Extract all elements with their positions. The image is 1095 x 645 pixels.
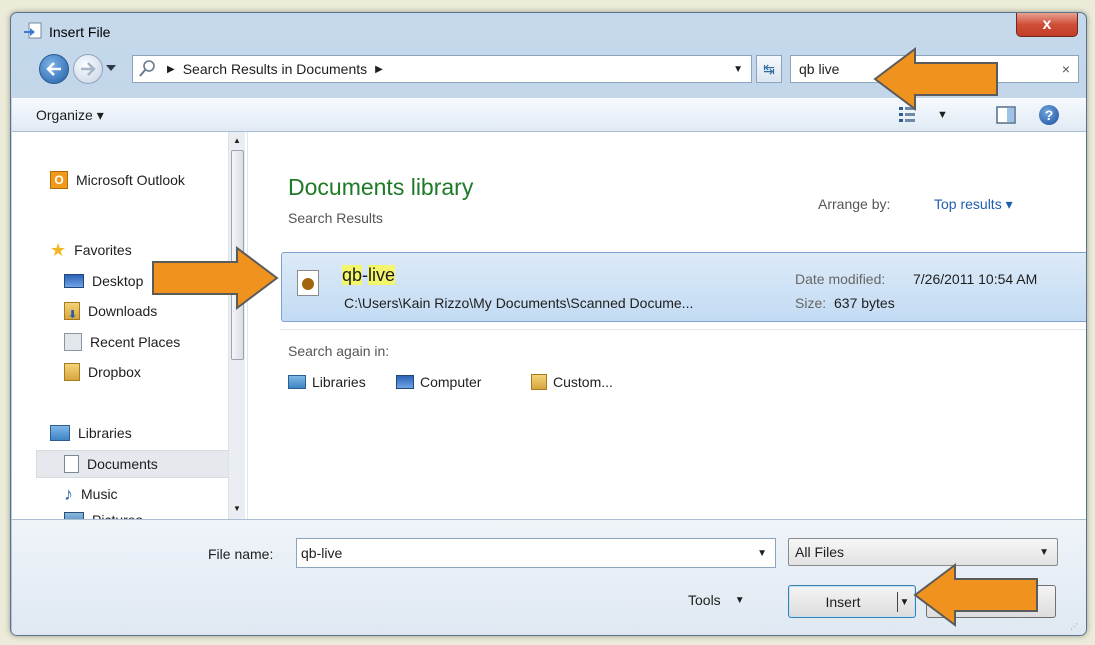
file-icon xyxy=(297,270,319,296)
outlook-icon: O xyxy=(50,171,68,189)
libraries-icon xyxy=(50,425,70,441)
dropbox-icon xyxy=(64,363,80,381)
date-modified-label: Date modified: xyxy=(795,271,886,287)
date-modified-value: 7/26/2011 10:54 AM xyxy=(913,271,1038,287)
resize-grip-icon[interactable]: ⋰ xyxy=(1070,622,1078,631)
forward-arrow-icon xyxy=(81,62,96,76)
file-type-select[interactable]: All Files ▼ xyxy=(788,538,1058,566)
nav-item-microsoft-outlook[interactable]: O Microsoft Outlook xyxy=(50,168,185,192)
window-title: Insert File xyxy=(49,24,111,40)
nav-item-label: Recent Places xyxy=(90,334,181,350)
nav-item-label: Libraries xyxy=(78,425,132,441)
address-bar[interactable]: ▶ Search Results in Documents ▶ ▼ xyxy=(132,55,752,83)
search-result-item[interactable]: qb-live C:\Users\Kain Rizzo\My Documents… xyxy=(281,252,1086,322)
breadcrumb-separator-icon: ▶ xyxy=(375,63,383,75)
arrange-by-dropdown[interactable]: Top results ▾ xyxy=(934,196,1013,213)
forward-button[interactable] xyxy=(73,54,103,84)
breadcrumb-search-results[interactable]: Search Results in Documents xyxy=(183,61,367,77)
navigation-pane: O Microsoft Outlook ★ Favorites Desktop … xyxy=(12,132,248,522)
file-name-label: File name: xyxy=(208,546,274,562)
downloads-icon: ⬇ xyxy=(64,302,80,321)
insert-file-icon xyxy=(23,22,43,43)
arrange-by-label: Arrange by: xyxy=(818,196,891,212)
annotation-arrow-search xyxy=(873,47,998,111)
search-again-label: Search again in: xyxy=(288,343,390,359)
organize-button[interactable]: Organize ▾ xyxy=(36,107,104,124)
nav-scrollbar[interactable]: ▲ ▼ xyxy=(228,132,245,519)
nav-item-label: Favorites xyxy=(74,242,132,258)
scroll-down-icon[interactable]: ▼ xyxy=(233,504,241,513)
star-icon: ★ xyxy=(50,239,67,260)
library-title: Documents library xyxy=(288,174,474,200)
search-query: qb live xyxy=(799,61,840,77)
highlight-term: live xyxy=(368,265,396,285)
library-subtitle: Search Results xyxy=(288,210,383,226)
nav-item-label: Dropbox xyxy=(88,364,141,380)
back-button[interactable] xyxy=(39,54,69,84)
history-dropdown-icon[interactable] xyxy=(106,65,116,71)
file-type-value: All Files xyxy=(795,544,845,560)
nav-item-music[interactable]: ♪ Music xyxy=(64,482,118,506)
music-icon: ♪ xyxy=(64,483,73,504)
nav-item-dropbox[interactable]: Dropbox xyxy=(64,360,141,384)
divider xyxy=(280,329,1086,330)
nav-item-label: Desktop xyxy=(92,273,144,289)
clear-search-icon[interactable]: × xyxy=(1062,61,1070,77)
computer-icon xyxy=(396,375,414,389)
size-label: Size: xyxy=(795,295,827,311)
nav-item-recent-places[interactable]: Recent Places xyxy=(64,330,180,354)
refresh-button[interactable]: ↹ xyxy=(756,55,782,83)
nav-item-label: Documents xyxy=(87,456,158,472)
tools-button[interactable]: Tools ▼ xyxy=(688,592,745,608)
search-again-libraries[interactable]: Libraries xyxy=(288,374,366,390)
insert-file-dialog: Insert File x ▶ Search Results in Docume… xyxy=(10,12,1087,636)
back-arrow-icon xyxy=(46,62,61,76)
nav-item-label: Downloads xyxy=(88,303,158,319)
file-path: C:\Users\Kain Rizzo\My Documents\Scanned… xyxy=(344,295,694,311)
breadcrumb-separator-icon: ▶ xyxy=(167,63,175,75)
nav-item-desktop[interactable]: Desktop xyxy=(64,269,143,293)
nav-item-favorites[interactable]: ★ Favorites xyxy=(50,238,132,262)
libraries-icon xyxy=(288,375,306,389)
documents-icon xyxy=(64,455,79,473)
file-name: qb-live xyxy=(342,265,396,285)
insert-dropdown-icon[interactable]: ▼ xyxy=(897,592,911,612)
file-name-value: qb-live xyxy=(301,545,343,561)
insert-button[interactable]: Insert ▼ xyxy=(788,585,916,618)
recent-places-icon xyxy=(64,333,82,351)
help-icon[interactable]: ? xyxy=(1039,105,1059,125)
refresh-icon: ↹ xyxy=(763,60,775,77)
close-button[interactable]: x xyxy=(1016,13,1078,37)
search-folder-icon xyxy=(139,59,157,80)
file-name-input[interactable]: qb-live ▼ xyxy=(296,538,776,568)
nav-item-label: Microsoft Outlook xyxy=(76,172,185,188)
size-value: 637 bytes xyxy=(834,295,895,311)
nav-item-label: Music xyxy=(81,486,118,502)
content-area: O Microsoft Outlook ★ Favorites Desktop … xyxy=(12,132,1086,522)
desktop-icon xyxy=(64,274,84,288)
search-again-computer[interactable]: Computer xyxy=(396,374,481,390)
custom-folder-icon xyxy=(531,374,547,390)
nav-item-documents[interactable]: Documents xyxy=(64,452,158,476)
file-name-dropdown-icon[interactable]: ▼ xyxy=(757,548,767,559)
title-bar: Insert File xyxy=(23,21,110,43)
highlight-term: qb xyxy=(342,265,363,285)
scroll-up-icon[interactable]: ▲ xyxy=(233,136,241,145)
tools-dropdown-icon: ▼ xyxy=(734,594,745,606)
nav-item-downloads[interactable]: ⬇ Downloads xyxy=(64,299,157,323)
annotation-arrow-result xyxy=(152,246,279,310)
file-type-dropdown-icon: ▼ xyxy=(1039,546,1049,558)
search-again-custom[interactable]: Custom... xyxy=(531,374,613,390)
address-dropdown-icon[interactable]: ▼ xyxy=(733,64,743,75)
annotation-arrow-insert xyxy=(913,563,1038,627)
nav-item-libraries[interactable]: Libraries xyxy=(50,421,132,445)
